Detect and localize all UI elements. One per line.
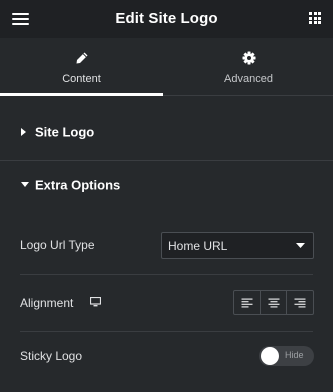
align-right-button[interactable]	[286, 291, 313, 314]
sticky-logo-label: Sticky Logo	[20, 349, 83, 363]
alignment-button-group	[233, 290, 314, 315]
active-tab-indicator	[0, 93, 163, 96]
sticky-logo-toggle-text: Hide	[285, 350, 304, 360]
logo-url-type-label: Logo Url Type	[20, 238, 95, 252]
tab-advanced-label: Advanced	[224, 73, 273, 85]
grid-apps-icon[interactable]	[309, 12, 321, 24]
panel-header: Edit Site Logo	[0, 0, 333, 38]
tab-advanced[interactable]: Advanced	[167, 38, 330, 96]
section-extra-options-title: Extra Options	[35, 177, 121, 193]
caret-down-icon	[21, 182, 29, 187]
divider	[20, 331, 313, 332]
chevron-down-icon	[296, 243, 305, 248]
logo-url-type-select[interactable]: Home URL	[161, 232, 314, 259]
tab-content-label: Content	[62, 73, 101, 85]
sticky-logo-toggle[interactable]: Hide	[259, 346, 314, 366]
align-left-button[interactable]	[234, 291, 260, 314]
section-site-logo[interactable]: Site Logo	[0, 104, 333, 161]
desktop-monitor-icon[interactable]	[90, 297, 101, 307]
alignment-label: Alignment	[20, 296, 74, 310]
divider	[20, 274, 313, 275]
panel-tabs: Content Advanced	[0, 38, 333, 96]
section-extra-options[interactable]: Extra Options	[0, 161, 333, 209]
gear-icon	[242, 51, 255, 65]
align-center-button[interactable]	[259, 291, 287, 314]
align-left-icon	[241, 298, 253, 307]
caret-right-icon	[21, 128, 26, 136]
section-site-logo-title: Site Logo	[35, 124, 95, 140]
align-right-icon	[294, 298, 306, 307]
logo-url-type-value: Home URL	[168, 239, 228, 253]
tab-content[interactable]: Content	[0, 38, 163, 96]
panel-title: Edit Site Logo	[115, 10, 218, 27]
toggle-knob	[261, 347, 279, 365]
pencil-icon	[76, 52, 87, 64]
align-center-icon	[268, 298, 279, 307]
